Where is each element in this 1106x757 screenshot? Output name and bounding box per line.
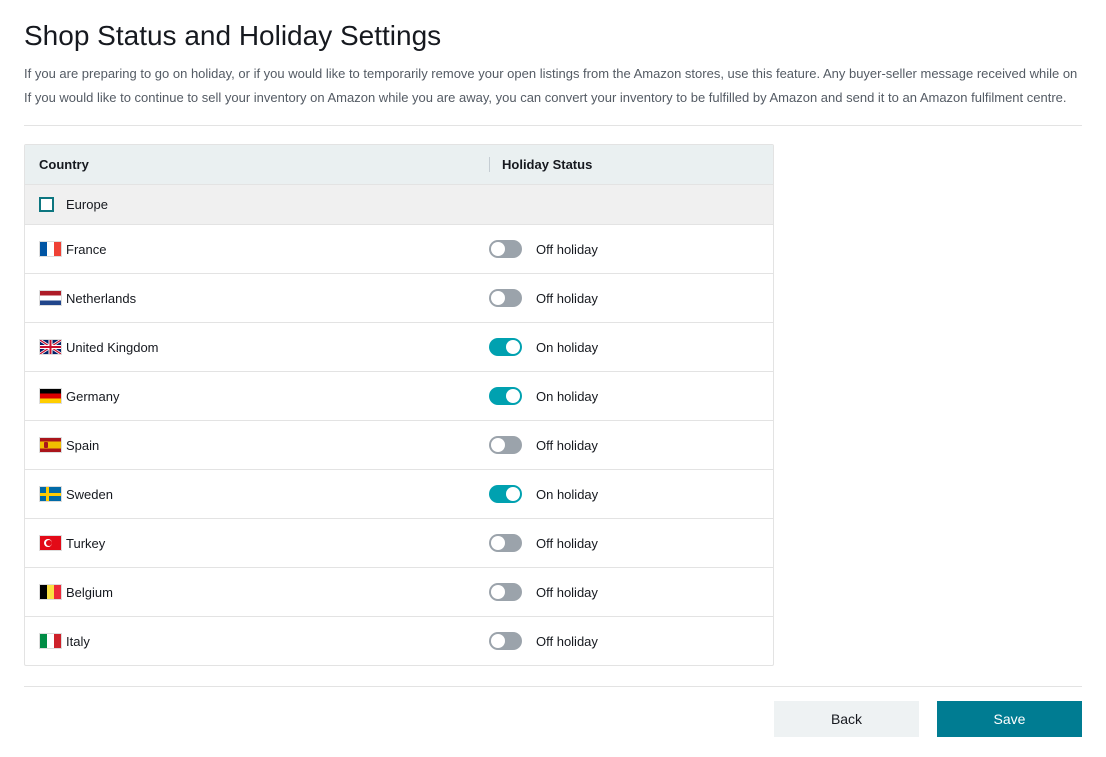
status-cell: On holiday (489, 338, 759, 356)
country-cell: Turkey (39, 535, 489, 551)
table-row: Spain Off holiday (25, 420, 773, 469)
region-checkbox-europe[interactable] (39, 197, 54, 212)
status-label: On holiday (536, 340, 598, 355)
status-cell: Off holiday (489, 240, 759, 258)
flag-icon-nl (39, 290, 62, 306)
flag-icon-fr (39, 241, 62, 257)
country-name: Sweden (66, 487, 113, 502)
table-row: Italy Off holiday (25, 616, 773, 665)
country-cell: Italy (39, 633, 489, 649)
country-name: Spain (66, 438, 99, 453)
flag-icon-it (39, 633, 62, 649)
back-button[interactable]: Back (774, 701, 919, 737)
footer-actions: Back Save (24, 686, 1082, 737)
holiday-toggle[interactable] (489, 240, 522, 258)
page-title: Shop Status and Holiday Settings (24, 20, 1082, 52)
holiday-toggle[interactable] (489, 338, 522, 356)
status-cell: Off holiday (489, 436, 759, 454)
status-label: Off holiday (536, 242, 598, 257)
status-cell: On holiday (489, 485, 759, 503)
country-name: France (66, 242, 106, 257)
country-cell: Germany (39, 388, 489, 404)
table-header: Country Holiday Status (25, 145, 773, 184)
status-label: Off holiday (536, 536, 598, 551)
status-label: Off holiday (536, 585, 598, 600)
description-line-1: If you are preparing to go on holiday, o… (24, 64, 1082, 84)
country-name: Italy (66, 634, 90, 649)
status-cell: Off holiday (489, 583, 759, 601)
holiday-settings-table: Country Holiday Status Europe France Off … (24, 144, 774, 666)
holiday-toggle[interactable] (489, 534, 522, 552)
header-country: Country (39, 157, 489, 172)
region-row-europe: Europe (25, 184, 773, 224)
divider (24, 125, 1082, 126)
country-cell: Sweden (39, 486, 489, 502)
holiday-toggle[interactable] (489, 289, 522, 307)
flag-icon-de (39, 388, 62, 404)
flag-icon-es (39, 437, 62, 453)
table-row: Germany On holiday (25, 371, 773, 420)
table-row: France Off holiday (25, 224, 773, 273)
table-row: Turkey Off holiday (25, 518, 773, 567)
table-row: United Kingdom On holiday (25, 322, 773, 371)
description-line-2: If you would like to continue to sell yo… (24, 88, 1082, 108)
holiday-toggle[interactable] (489, 485, 522, 503)
holiday-toggle[interactable] (489, 583, 522, 601)
country-name: Turkey (66, 536, 105, 551)
country-name: Belgium (66, 585, 113, 600)
country-cell: Belgium (39, 584, 489, 600)
flag-icon-tr (39, 535, 62, 551)
country-cell: France (39, 241, 489, 257)
table-row: Sweden On holiday (25, 469, 773, 518)
country-name: Netherlands (66, 291, 136, 306)
status-cell: Off holiday (489, 289, 759, 307)
holiday-toggle[interactable] (489, 387, 522, 405)
country-cell: Netherlands (39, 290, 489, 306)
status-label: Off holiday (536, 438, 598, 453)
country-cell: Spain (39, 437, 489, 453)
table-row: Belgium Off holiday (25, 567, 773, 616)
flag-icon-be (39, 584, 62, 600)
country-cell: United Kingdom (39, 339, 489, 355)
status-label: Off holiday (536, 291, 598, 306)
holiday-toggle[interactable] (489, 436, 522, 454)
table-row: Netherlands Off holiday (25, 273, 773, 322)
region-label: Europe (66, 197, 108, 212)
country-name: United Kingdom (66, 340, 159, 355)
flag-icon-uk (39, 339, 62, 355)
status-label: On holiday (536, 487, 598, 502)
flag-icon-se (39, 486, 62, 502)
status-cell: On holiday (489, 387, 759, 405)
header-status: Holiday Status (489, 157, 759, 172)
holiday-toggle[interactable] (489, 632, 522, 650)
save-button[interactable]: Save (937, 701, 1082, 737)
status-label: On holiday (536, 389, 598, 404)
country-name: Germany (66, 389, 119, 404)
status-cell: Off holiday (489, 632, 759, 650)
status-label: Off holiday (536, 634, 598, 649)
status-cell: Off holiday (489, 534, 759, 552)
